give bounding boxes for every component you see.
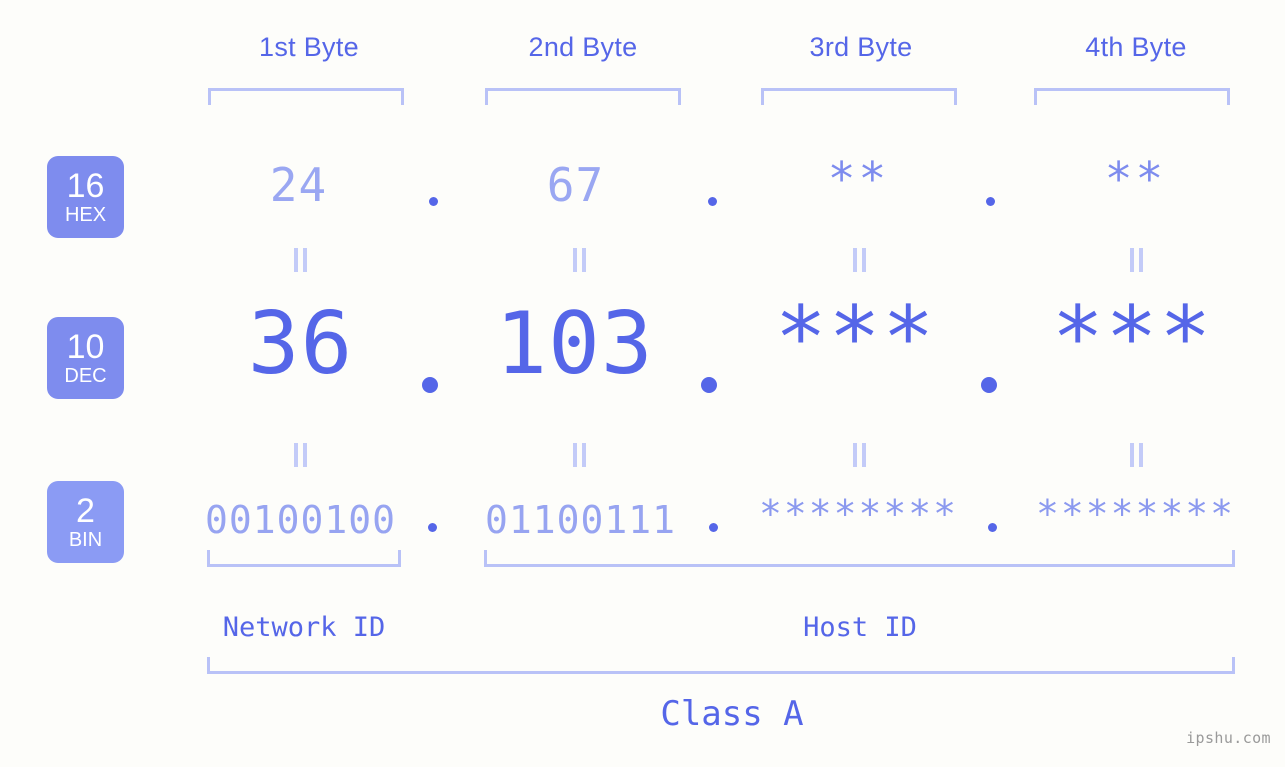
dec-dot-separator-3: [981, 377, 997, 393]
label-class: Class A: [660, 694, 804, 734]
dec-dot-separator-1: [422, 377, 438, 393]
hex-value-byte-4: **: [1104, 152, 1167, 206]
equals-mark-hex-dec-3: [851, 248, 868, 272]
radix-badge-bin: 2 BIN: [47, 481, 124, 563]
radix-badge-hex: 16 HEX: [47, 156, 124, 238]
dec-value-byte-2: 103: [495, 294, 654, 394]
label-host-id: Host ID: [803, 612, 917, 643]
equals-mark-dec-bin-2: [571, 443, 588, 467]
hex-dot-separator-2: [708, 197, 717, 206]
bin-value-byte-2: 01100111: [484, 498, 677, 542]
dec-value-byte-4: ***: [1051, 288, 1214, 388]
bracket-top-4th-byte: [1034, 88, 1230, 105]
radix-badge-bin-name: BIN: [68, 528, 103, 551]
dec-value-byte-3: ***: [774, 288, 937, 388]
bin-value-byte-1: 00100100: [204, 498, 397, 542]
watermark-ipshu: ipshu.com: [1186, 729, 1271, 747]
radix-badge-hex-number: 16: [66, 166, 105, 205]
bracket-class: [207, 657, 1235, 674]
equals-mark-dec-bin-1: [292, 443, 309, 467]
column-header-1st-byte: 1st Byte: [259, 32, 359, 62]
hex-value-byte-3: **: [827, 152, 890, 206]
hex-value-byte-2: 67: [546, 158, 605, 212]
bracket-top-1st-byte: [208, 88, 404, 105]
radix-badge-dec: 10 DEC: [47, 317, 124, 399]
radix-badge-dec-number: 10: [66, 327, 105, 366]
dec-dot-separator-2: [701, 377, 717, 393]
column-header-2nd-byte: 2nd Byte: [528, 32, 638, 62]
ip-address-breakdown-diagram: 1st Byte 2nd Byte 3rd Byte 4th Byte 16 H…: [0, 0, 1285, 767]
radix-badge-hex-name: HEX: [64, 203, 107, 226]
bracket-top-3rd-byte: [761, 88, 957, 105]
radix-badge-dec-name: DEC: [64, 364, 107, 387]
label-network-id: Network ID: [222, 612, 386, 643]
hex-value-byte-1: 24: [269, 158, 328, 212]
column-header-4th-byte: 4th Byte: [1085, 32, 1187, 62]
equals-mark-hex-dec-4: [1128, 248, 1145, 272]
bin-dot-separator-1: [428, 523, 437, 532]
equals-mark-hex-dec-2: [571, 248, 588, 272]
column-header-3rd-byte: 3rd Byte: [809, 32, 913, 62]
bracket-network-id: [207, 550, 401, 567]
equals-mark-dec-bin-3: [851, 443, 868, 467]
hex-dot-separator-3: [986, 197, 995, 206]
hex-dot-separator-1: [429, 197, 438, 206]
bin-value-byte-4: ********: [1035, 492, 1236, 536]
radix-badge-bin-number: 2: [76, 491, 95, 530]
bin-value-byte-3: ********: [758, 492, 959, 536]
bin-dot-separator-3: [988, 523, 997, 532]
bracket-top-2nd-byte: [485, 88, 681, 105]
equals-mark-hex-dec-1: [292, 248, 309, 272]
bin-dot-separator-2: [709, 523, 718, 532]
dec-value-byte-1: 36: [247, 294, 354, 394]
bracket-host-id: [484, 550, 1235, 567]
equals-mark-dec-bin-4: [1128, 443, 1145, 467]
